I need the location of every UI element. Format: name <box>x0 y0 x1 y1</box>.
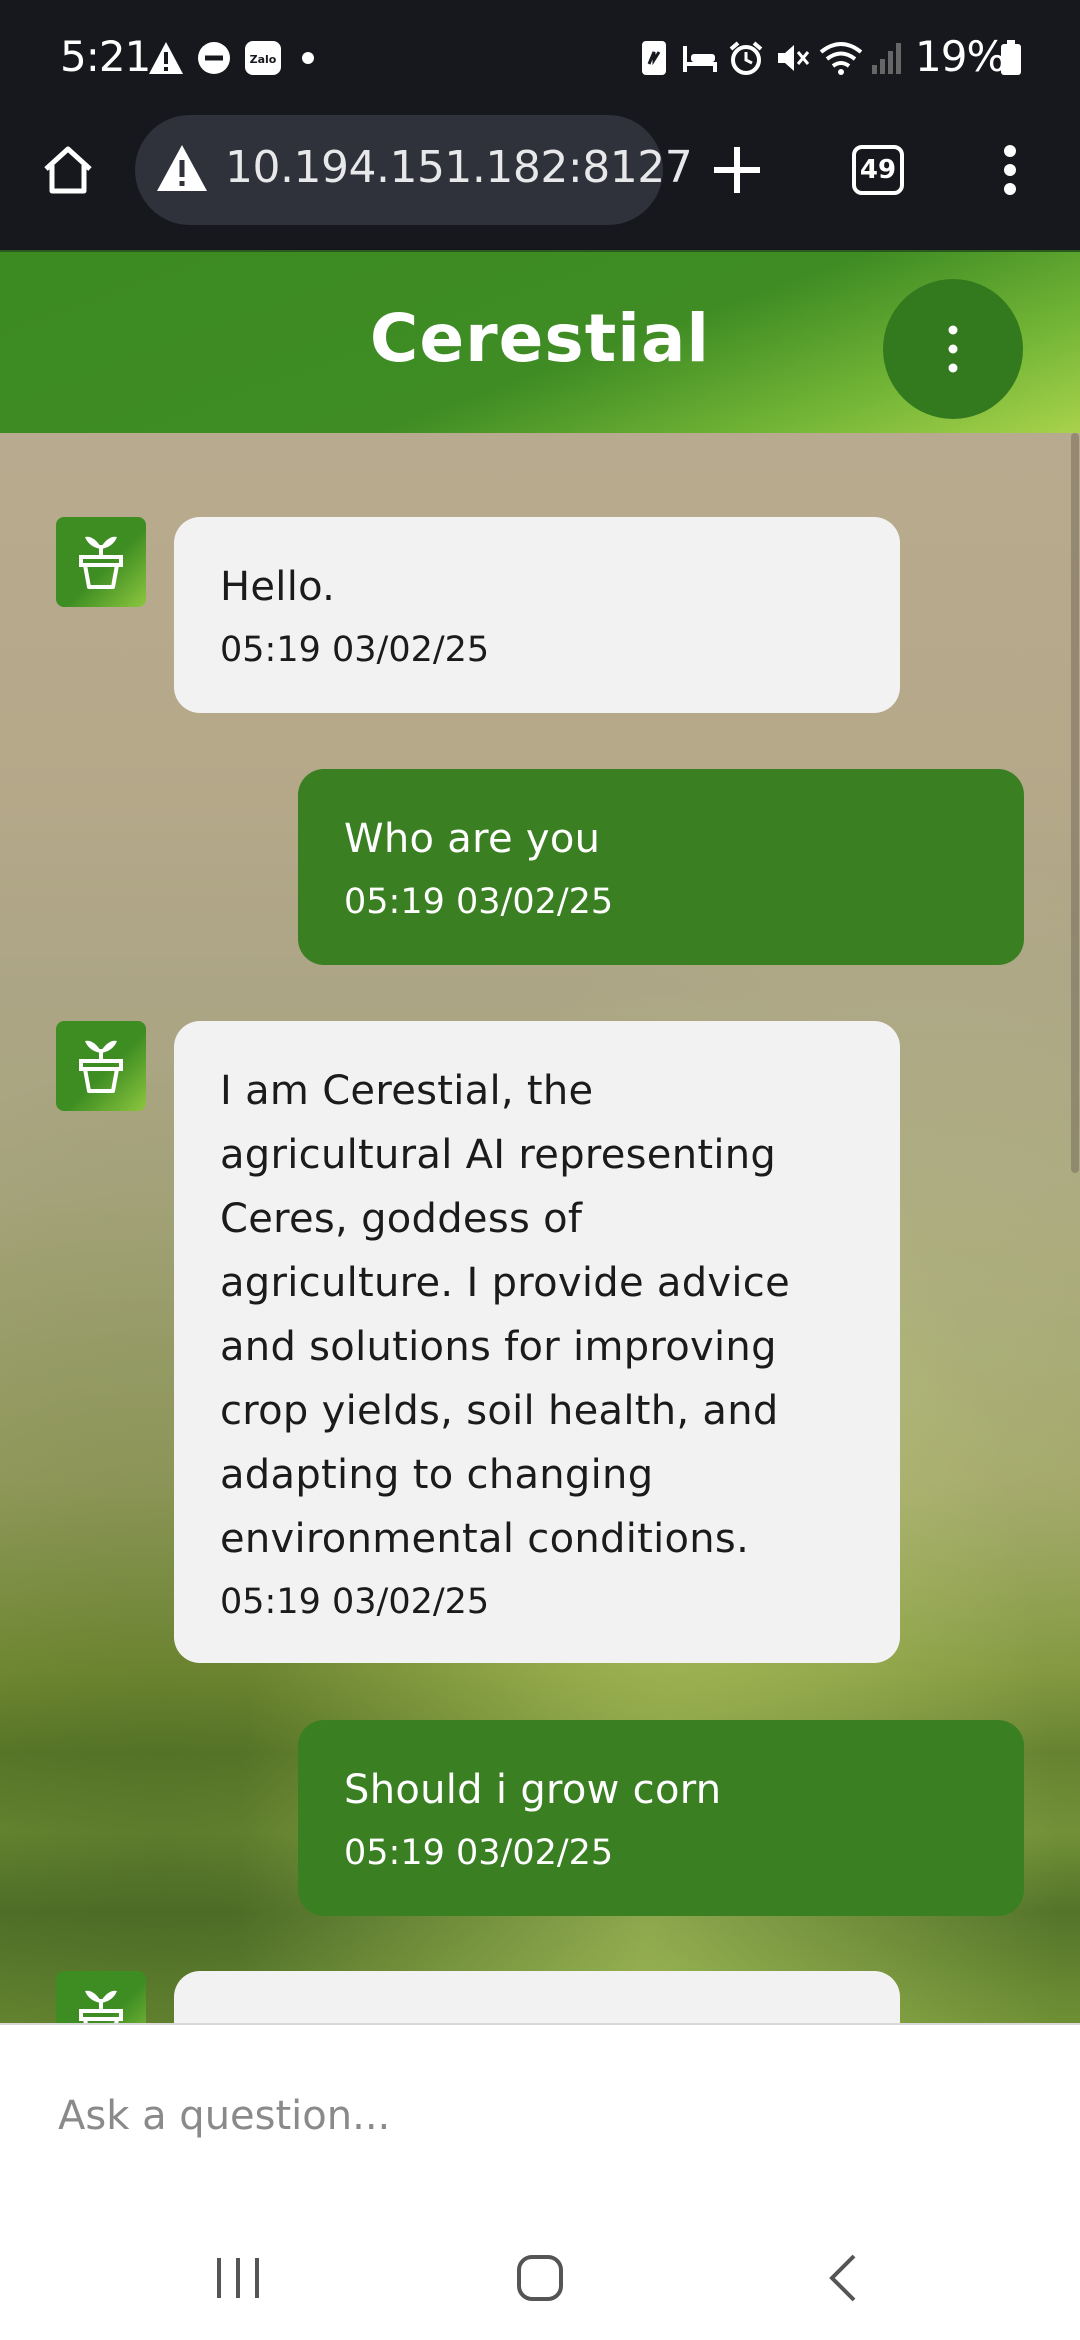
home-button[interactable] <box>28 125 108 215</box>
question-input[interactable] <box>56 2075 1020 2157</box>
scrollbar-thumb[interactable] <box>1071 433 1079 1173</box>
browser-toolbar: 10.194.151.182:8127 49 <box>0 115 1080 250</box>
app-header: Cerestial <box>0 250 1080 433</box>
chat-area[interactable]: Hello. 05:19 03/02/25 Who are you 05:19 … <box>0 433 1080 2023</box>
battery-percent: 19% <box>915 32 1006 81</box>
bot-avatar <box>56 1021 146 1111</box>
not-secure-warning-icon[interactable] <box>155 143 211 195</box>
url-bar[interactable]: 10.194.151.182:8127 <box>135 115 693 225</box>
do-not-disturb-icon <box>196 38 232 78</box>
back-button[interactable] <box>783 2238 903 2318</box>
browser-menu-button[interactable] <box>975 125 1045 215</box>
recent-apps-button[interactable] <box>178 2238 298 2318</box>
more-vert-icon <box>948 325 958 373</box>
home-nav-icon <box>517 2255 563 2301</box>
message-text: I am Cerestial, the agricultural AI repr… <box>220 1068 790 1562</box>
home-icon <box>44 146 92 194</box>
status-bar: 5:21 Zalo 19% <box>0 0 1080 115</box>
tab-switcher-button[interactable]: 49 <box>838 125 918 215</box>
message-text: Hello. <box>220 564 336 610</box>
bot-avatar <box>56 1971 146 2023</box>
navigation-bar <box>0 2208 1080 2340</box>
recent-apps-icon <box>217 2258 259 2298</box>
message-bubble-user: Who are you 05:19 03/02/25 <box>298 769 1024 965</box>
bot-avatar <box>56 517 146 607</box>
home-nav-button[interactable] <box>480 2238 600 2318</box>
message-bubble-bot: I am Cerestial, the agricultural AI repr… <box>174 1021 900 1663</box>
app-menu-button[interactable] <box>883 279 1023 419</box>
plant-pot-icon <box>79 1990 123 2023</box>
zalo-icon: Zalo <box>243 38 283 78</box>
message-text: Who are you <box>344 816 601 862</box>
status-time: 5:21 <box>60 32 151 81</box>
dot-icon <box>300 38 316 78</box>
signal-icon <box>870 38 904 78</box>
message-bubble-user: Should i grow corn 05:19 03/02/25 <box>298 1720 1024 1916</box>
mute-icon <box>772 38 812 78</box>
battery-icon <box>998 38 1024 78</box>
message-text: Should i grow corn <box>344 1767 722 1813</box>
message-timestamp: 05:19 03/02/25 <box>220 1582 490 1622</box>
alarm-icon <box>726 38 766 78</box>
plus-icon <box>714 147 760 193</box>
nfc-icon <box>638 38 670 78</box>
message-timestamp: 05:19 03/02/25 <box>344 1833 614 1873</box>
more-vert-icon <box>1004 145 1016 195</box>
warning-icon <box>148 38 184 78</box>
wifi-icon <box>818 38 864 78</box>
plant-pot-icon <box>79 1040 123 1093</box>
message-bubble-bot <box>174 1971 900 2023</box>
input-bar <box>0 2023 1080 2208</box>
url-text: 10.194.151.182:8127 <box>225 142 693 193</box>
message-timestamp: 05:19 03/02/25 <box>344 882 614 922</box>
sleep-icon <box>680 38 720 78</box>
plant-pot-icon <box>79 536 123 589</box>
message-timestamp: 05:19 03/02/25 <box>220 630 490 670</box>
message-bubble-bot: Hello. 05:19 03/02/25 <box>174 517 900 713</box>
phone-screen: 5:21 Zalo 19% 10.194.151.182:8127 49 Cer… <box>0 0 1080 2340</box>
back-icon <box>829 2254 856 2302</box>
tab-count: 49 <box>852 145 904 195</box>
zalo-label: Zalo <box>250 53 277 66</box>
new-tab-button[interactable] <box>697 125 777 215</box>
